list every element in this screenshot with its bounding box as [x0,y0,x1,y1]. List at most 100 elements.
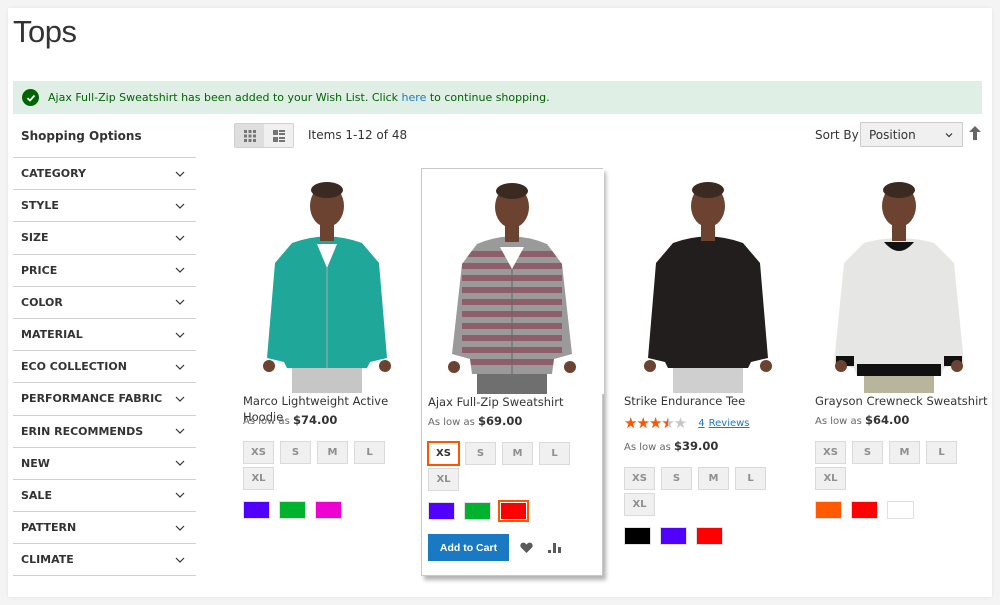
filter-label: COLOR [21,295,63,309]
filter-label: MATERIAL [21,328,83,342]
size-option-s[interactable]: S [661,467,692,490]
size-option-s[interactable]: S [465,442,496,465]
product-price: As low as $69.00 [428,414,602,442]
color-options [243,501,419,519]
product-name[interactable]: Ajax Full-Zip Sweatshirt [428,394,602,414]
color-swatch[interactable] [498,500,529,522]
product-image[interactable] [809,168,991,393]
star-rating-icon: ★★★★★★★★★★ [624,414,687,432]
product-price: As low as $64.00 [815,413,991,441]
product-image[interactable] [422,169,604,394]
list-mode-button[interactable] [264,124,293,147]
size-option-xs[interactable]: XS [815,441,846,464]
size-option-xs[interactable]: XS [243,441,274,464]
reviews-count: 4 [698,417,705,429]
page-title: Tops [13,14,77,49]
color-swatch[interactable] [624,527,651,545]
filter-size[interactable]: SIZE [13,221,196,253]
size-option-s[interactable]: S [852,441,883,464]
product-card: Ajax Full-Zip Sweatshirt As low as $69.00… [421,168,604,576]
color-swatch[interactable] [851,501,878,519]
chevron-down-icon [945,132,953,137]
arrow-up-icon[interactable] [969,126,981,140]
sort-by-select[interactable]: Position [860,122,963,147]
product-photo[interactable] [422,169,604,394]
filter-label: ECO COLLECTION [21,360,127,374]
color-swatch[interactable] [887,501,914,519]
size-option-xs[interactable]: XS [624,467,655,490]
chevron-down-icon [175,299,185,306]
size-option-xl[interactable]: XL [815,467,846,490]
size-option-xs[interactable]: XS [427,441,460,466]
chevron-down-icon [175,332,185,338]
product-card: Marco Lightweight Active Hoodie As low as… [237,168,419,519]
color-swatch[interactable] [243,501,270,519]
product-photo[interactable] [618,168,800,393]
price-value: $64.00 [865,413,910,427]
continue-shopping-link[interactable]: here [402,91,427,104]
success-message: Ajax Full-Zip Sweatshirt has been added … [13,81,982,114]
grid-icon [243,129,256,142]
size-option-m[interactable]: M [698,467,729,490]
size-option-l[interactable]: L [735,467,766,490]
size-option-m[interactable]: M [317,441,348,464]
check-circle-icon [22,89,39,106]
price-prefix: As low as [815,416,862,427]
grid-mode-button[interactable] [235,124,264,147]
filter-label: CLIMATE [21,553,74,567]
filter-performance-fabric[interactable]: PERFORMANCE FABRIC [13,382,196,414]
color-swatch[interactable] [696,527,723,545]
filter-label: STYLE [21,199,59,213]
filter-color[interactable]: COLOR [13,285,196,318]
size-option-xl[interactable]: XL [243,467,274,490]
size-option-s[interactable]: S [280,441,311,464]
color-swatch[interactable] [464,502,491,520]
color-options [815,501,991,519]
heart-icon[interactable] [519,541,533,555]
chevron-down-icon [175,364,185,370]
filter-price[interactable]: PRICE [13,253,196,286]
size-option-m[interactable]: M [502,442,533,465]
size-option-l[interactable]: L [539,442,570,465]
color-swatch[interactable] [815,501,842,519]
filter-label: ERIN RECOMMENDS [21,424,144,438]
filter-label: PERFORMANCE FABRIC [21,392,163,406]
filter-list: CATEGORY STYLE SIZE PRICE COLOR MATERIAL… [13,157,196,577]
size-option-m[interactable]: M [889,441,920,464]
filter-style[interactable]: STYLE [13,189,196,221]
color-swatch[interactable] [315,501,342,519]
compare-chart-icon[interactable] [547,541,561,555]
filter-material[interactable]: MATERIAL [13,317,196,350]
color-swatch[interactable] [660,527,687,545]
add-to-cart-button[interactable]: Add to Cart [428,534,509,561]
size-option-xl[interactable]: XL [624,493,655,516]
filter-climate[interactable]: CLIMATE [13,543,196,575]
color-swatch[interactable] [279,501,306,519]
color-swatch[interactable] [428,502,455,520]
product-photo[interactable] [237,168,419,393]
product-name[interactable]: Strike Endurance Tee [624,393,800,413]
product-image[interactable] [237,168,419,393]
filter-sale[interactable]: SALE [13,478,196,511]
product-card: Strike Endurance Tee ★★★★★★★★★★ 4Reviews… [618,168,800,545]
filter-category[interactable]: CATEGORY [13,157,196,189]
filter-new[interactable]: NEW [13,446,196,479]
product-name[interactable]: Marco Lightweight Active Hoodie [243,393,419,424]
size-option-xl[interactable]: XL [428,468,459,491]
filter-eco-collection[interactable]: ECO COLLECTION [13,350,196,382]
filter-label: SALE [21,488,52,502]
chevron-down-icon [175,267,185,274]
chevron-down-icon [175,396,185,402]
price-value: $39.00 [674,439,719,453]
message-text: Ajax Full-Zip Sweatshirt has been added … [48,91,550,104]
size-option-l[interactable]: L [354,441,385,464]
product-name[interactable]: Grayson Crewneck Sweatshirt [815,393,991,413]
filter-pattern[interactable]: PATTERN [13,511,196,543]
size-option-l[interactable]: L [926,441,957,464]
product-image[interactable] [618,168,800,393]
reviews-link[interactable]: 4 Reviews [694,418,749,429]
product-actions: Add to Cart [428,534,602,561]
filter-erin-recommends[interactable]: ERIN RECOMMENDS [13,414,196,447]
product-photo[interactable] [809,168,991,393]
price-prefix: As low as [624,442,671,453]
